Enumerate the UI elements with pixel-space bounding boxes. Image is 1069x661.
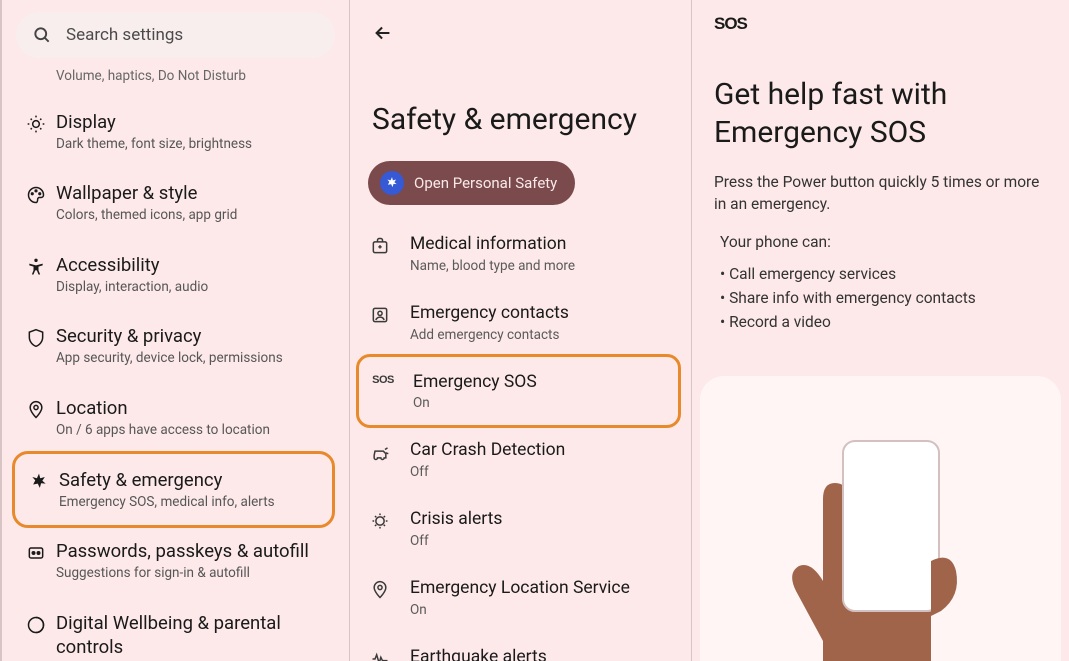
personal-safety-app-icon [380,171,404,195]
safety-item-title: Emergency SOS [413,371,537,394]
open-personal-safety-button[interactable]: Open Personal Safety [368,161,575,205]
safety-item-title: Medical information [410,233,575,256]
security-icon [16,324,56,348]
medical-icon [368,233,392,256]
safety-item-els[interactable]: Emergency Location Service On [350,563,691,632]
safety-item-sos[interactable]: SOS Emergency SOS On [359,357,678,426]
safety-item-title: Car Crash Detection [410,439,565,462]
sos-title: Get help fast with Emergency SOS [692,34,1069,171]
safety-item-sos-highlight: SOS Emergency SOS On [356,354,681,429]
settings-item-wellbeing[interactable]: Digital Wellbeing & parental controls [2,597,349,661]
settings-item-location[interactable]: Location On / 6 apps have access to loca… [2,382,349,454]
display-icon [16,110,56,134]
safety-item-sub: Name, blood type and more [410,258,575,274]
settings-sub: Emergency SOS, medical info, alerts [59,494,314,512]
earthquake-icon [368,646,392,661]
accessibility-icon [16,253,56,277]
open-personal-safety-label: Open Personal Safety [414,174,557,192]
crisis-icon [368,508,392,531]
settings-item-safety[interactable]: Safety & emergency Emergency SOS, medica… [15,454,332,526]
sos-logo: SOS [714,14,1047,34]
safety-item-sub: On [413,395,537,411]
palette-icon [16,181,56,205]
hand-holding-phone-icon [751,401,1011,661]
sos-bullet: • Share info with emergency contacts [692,286,1069,310]
safety-item-earthquake[interactable]: Earthquake alerts [350,632,691,661]
search-wrap [2,0,349,62]
wellbeing-icon [16,611,56,635]
settings-sub: App security, device lock, permissions [56,350,331,368]
settings-title: Location [56,396,331,420]
sos-can-label: Your phone can: [692,230,1069,262]
safety-item-title: Emergency contacts [410,302,569,325]
safety-item-title: Earthquake alerts [410,646,547,661]
settings-sub: Display, interaction, audio [56,279,331,297]
settings-item-security[interactable]: Security & privacy App security, device … [2,310,349,382]
safety-item-sub: On [410,602,630,618]
settings-item-display[interactable]: Display Dark theme, font size, brightnes… [2,96,349,168]
settings-title: Digital Wellbeing & parental controls [56,611,331,659]
sos-bullet: • Call emergency services [692,262,1069,286]
safety-item-medical[interactable]: Medical information Name, blood type and… [350,219,691,288]
passwords-icon [16,539,56,563]
settings-title: Accessibility [56,253,331,277]
arrow-left-icon [372,22,394,44]
settings-title: Security & privacy [56,324,331,348]
settings-sub: On / 6 apps have access to location [56,422,331,440]
safety-item-sub: Off [410,464,565,480]
safety-item-crisis[interactable]: Crisis alerts Off [350,494,691,563]
sos-panel: SOS Get help fast with Emergency SOS Pre… [692,0,1069,661]
settings-title: Safety & emergency [59,468,314,492]
safety-item-title: Emergency Location Service [410,577,630,600]
search-icon [32,25,52,45]
settings-item-sound[interactable]: Volume, haptics, Do Not Disturb [2,62,349,96]
settings-item-safety-highlight: Safety & emergency Emergency SOS, medica… [12,451,335,529]
safety-item-sub: Add emergency contacts [410,327,569,343]
settings-panel: Volume, haptics, Do Not Disturb Display … [0,0,350,661]
safety-panel: Safety & emergency Open Personal Safety … [350,0,692,661]
settings-sub: Dark theme, font size, brightness [56,136,331,154]
settings-title: Wallpaper & style [56,181,331,205]
safety-item-sub: Off [410,533,502,549]
settings-item-passwords[interactable]: Passwords, passkeys & autofill Suggestio… [2,525,349,597]
settings-sub: Volume, haptics, Do Not Disturb [56,68,331,86]
settings-item-wallpaper[interactable]: Wallpaper & style Colors, themed icons, … [2,167,349,239]
settings-sub: Suggestions for sign-in & autofill [56,565,331,583]
back-button[interactable] [372,22,394,44]
settings-item-accessibility[interactable]: Accessibility Display, interaction, audi… [2,239,349,311]
settings-sub: Colors, themed icons, app grid [56,207,331,225]
els-icon [368,577,392,600]
sos-illustration [700,376,1061,661]
safety-title: Safety & emergency [350,48,691,161]
location-icon [16,396,56,420]
safety-item-crash[interactable]: Car Crash Detection Off [350,425,691,494]
sos-bullet: • Record a video [692,310,1069,334]
search-input[interactable] [66,25,319,45]
search-pill[interactable] [16,12,335,58]
safety-item-contacts[interactable]: Emergency contacts Add emergency contact… [350,288,691,357]
safety-item-title: Crisis alerts [410,508,502,531]
emergency-icon [19,468,59,492]
crash-icon [368,439,392,462]
contacts-icon [368,302,392,325]
settings-title: Display [56,110,331,134]
sos-icon: SOS [371,371,395,386]
settings-title: Passwords, passkeys & autofill [56,539,331,563]
sound-icon [16,66,56,70]
sos-description: Press the Power button quickly 5 times o… [692,171,1069,230]
